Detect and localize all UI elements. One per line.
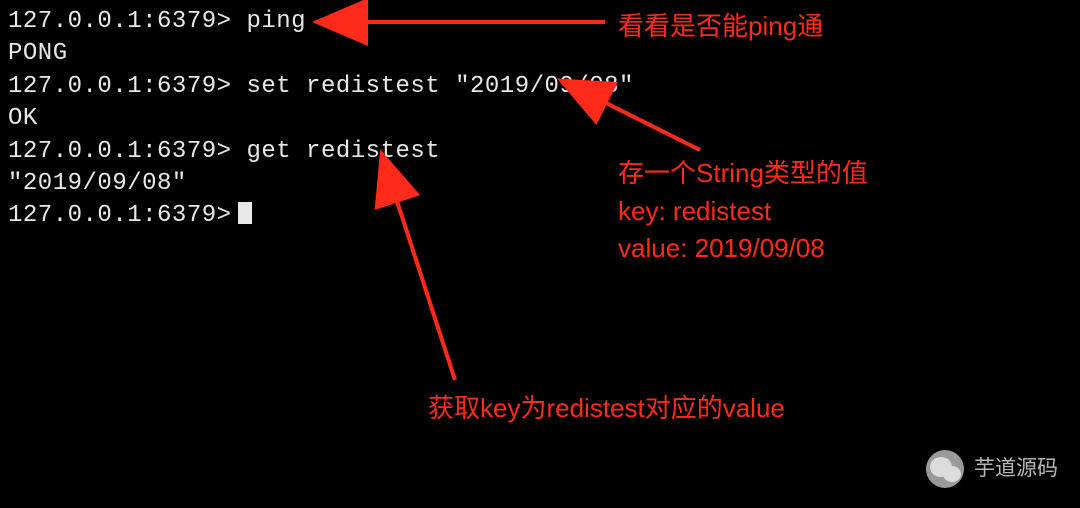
redis-command: set redistest "2019/09/08" [232,73,634,100]
redis-prompt: 127.0.0.1:6379> [8,8,232,35]
annotation-set-line2: key: redistest [618,193,868,231]
annotation-set: 存一个String类型的值 key: redistest value: 2019… [618,155,868,268]
annotation-ping: 看看是否能ping通 [618,8,823,46]
terminal-response: PONG [8,38,1080,70]
terminal-output: 127.0.0.1:6379> ping PONG 127.0.0.1:6379… [0,0,1080,233]
redis-prompt: 127.0.0.1:6379> [8,138,232,165]
watermark: 芋道源码 [926,450,1058,488]
annotation-set-line3: value: 2019/09/08 [618,230,868,268]
wechat-icon [926,450,964,488]
terminal-line: 127.0.0.1:6379> ping [8,6,1080,38]
redis-prompt: 127.0.0.1:6379> [8,73,232,100]
redis-prompt: 127.0.0.1:6379> [8,202,232,229]
terminal-response: "2019/09/08" [8,168,1080,200]
watermark-text: 芋道源码 [974,455,1058,483]
redis-command: ping [232,8,307,35]
annotation-get: 获取key为redistest对应的value [428,390,785,428]
terminal-response: OK [8,103,1080,135]
redis-command: get redistest [232,138,441,165]
cursor-icon [238,202,252,224]
terminal-line: 127.0.0.1:6379> get redistest [8,136,1080,168]
terminal-line: 127.0.0.1:6379> set redistest "2019/09/0… [8,71,1080,103]
annotation-set-line1: 存一个String类型的值 [618,155,868,193]
terminal-line[interactable]: 127.0.0.1:6379> [8,200,1080,232]
